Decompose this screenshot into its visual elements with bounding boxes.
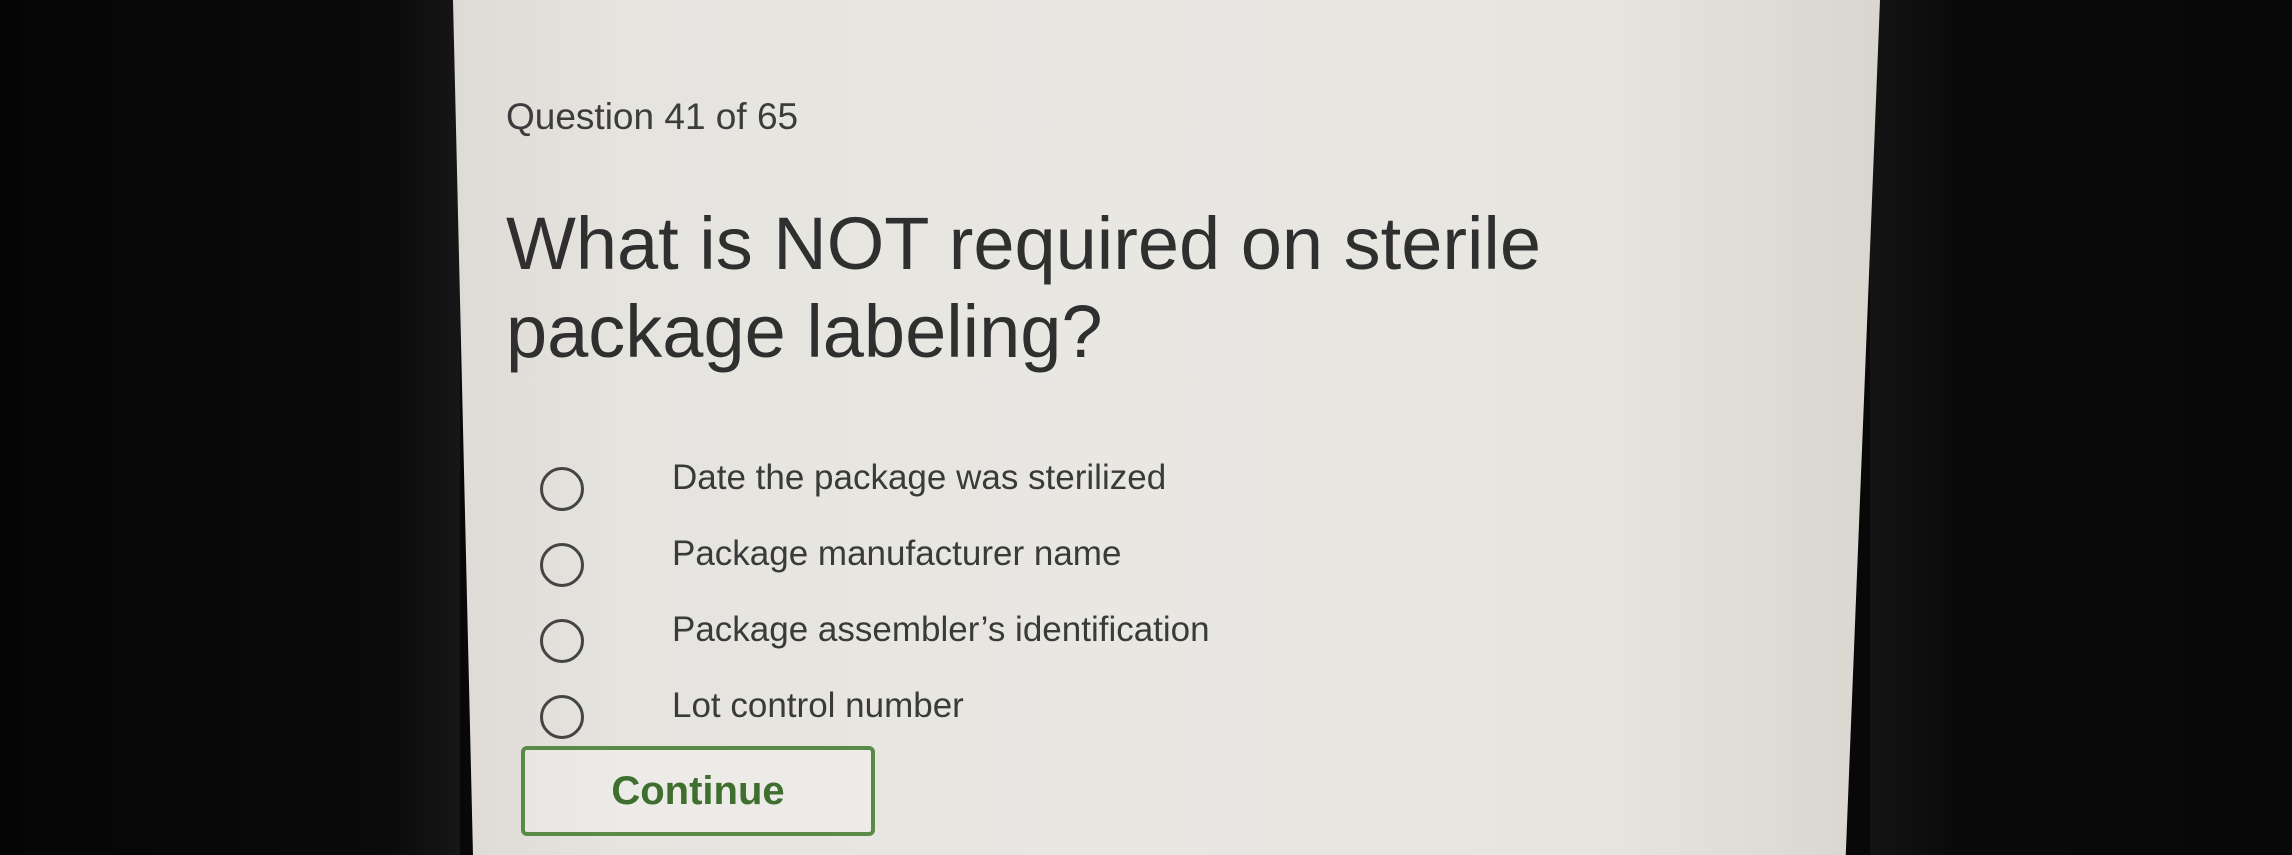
answer-option-2[interactable]: Package manufacturer name — [540, 516, 1440, 592]
question-text: What is NOT required on sterile package … — [506, 202, 1542, 373]
question-counter: Question 41 of 65 — [506, 96, 799, 137]
continue-button[interactable]: Continue — [521, 746, 875, 836]
answer-option-1[interactable]: Date the package was sterilized — [540, 440, 1440, 516]
answer-option-label[interactable]: Lot control number — [672, 686, 964, 726]
device-bezel-right — [1870, 0, 2292, 855]
answer-option-label[interactable]: Date the package was sterilized — [672, 458, 1166, 498]
radio-button-2[interactable] — [540, 543, 584, 587]
radio-button-3[interactable] — [540, 619, 584, 663]
radio-button-1[interactable] — [540, 467, 584, 511]
answer-options: Date the package was sterilized Package … — [540, 440, 1440, 744]
answer-option-3[interactable]: Package assembler’s identification — [540, 592, 1440, 668]
answer-option-label[interactable]: Package assembler’s identification — [672, 610, 1210, 650]
radio-button-4[interactable] — [540, 695, 584, 739]
answer-option-label[interactable]: Package manufacturer name — [672, 534, 1121, 574]
device-bezel-left — [0, 0, 460, 855]
answer-option-4[interactable]: Lot control number — [540, 668, 1440, 744]
